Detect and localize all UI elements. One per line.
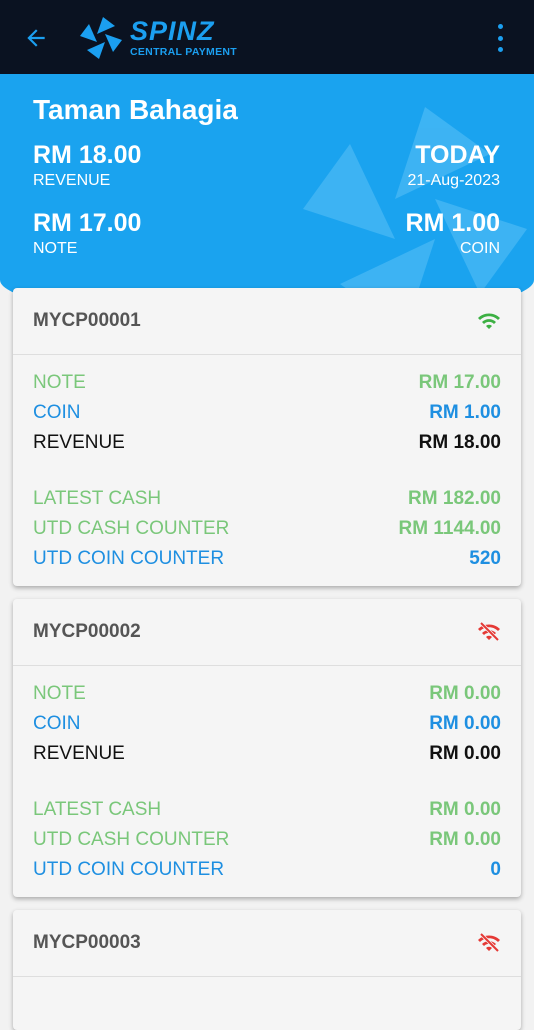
summary-panel: Taman Bahagia RM 18.00 REVENUE TODAY 21-…	[0, 74, 534, 320]
machine-card[interactable]: MYCP00001 NOTE RM 17.00 COIN RM 1.00 REV…	[13, 288, 521, 586]
revenue-row: REVENUE RM 18.00	[33, 428, 501, 458]
utd-coin-counter-label: UTD COIN COUNTER	[33, 548, 225, 569]
coin-label: COIN	[33, 713, 81, 734]
latest-cash-row: LATEST CASH RM 0.00	[33, 795, 501, 825]
note-amount: RM 17.00	[33, 209, 142, 237]
machine-card-header: MYCP00002	[13, 599, 521, 666]
utd-cash-counter-value: RM 1144.00	[398, 518, 501, 539]
latest-cash-label: LATEST CASH	[33, 488, 162, 509]
revenue-label: REVENUE	[33, 432, 125, 453]
utd-cash-counter-row: UTD CASH COUNTER RM 1144.00	[33, 514, 501, 544]
pinwheel-logo-icon	[80, 17, 122, 59]
location-title: Taman Bahagia	[33, 94, 238, 125]
latest-cash-value: RM 182.00	[408, 488, 501, 509]
note-row: NOTE RM 0.00	[33, 679, 501, 709]
summary-date: 21-Aug-2023	[407, 172, 500, 189]
utd-coin-counter-label: UTD COIN COUNTER	[33, 859, 225, 880]
revenue-value: RM 0.00	[429, 743, 501, 764]
pinwheel-watermark-icon	[303, 107, 527, 320]
coin-amount: RM 1.00	[405, 209, 500, 237]
more-vert-icon	[497, 24, 503, 29]
app-header: SPINZ CENTRAL PAYMENT	[0, 0, 534, 74]
utd-coin-counter-row: UTD COIN COUNTER 0	[33, 855, 501, 885]
machine-card-header: MYCP00001	[13, 288, 521, 355]
coin-row: COIN RM 1.00	[33, 398, 501, 428]
note-value: RM 17.00	[418, 372, 501, 393]
latest-cash-label: LATEST CASH	[33, 799, 162, 820]
revenue-row: REVENUE RM 0.00	[33, 739, 501, 769]
coin-value: RM 1.00	[429, 402, 501, 423]
revenue-label: REVENUE	[33, 743, 125, 764]
machine-id: MYCP00002	[33, 621, 141, 642]
note-value: RM 0.00	[429, 683, 501, 704]
coin-row: COIN RM 0.00	[33, 709, 501, 739]
logo-wordmark: SPINZ	[130, 16, 215, 47]
arrow-left-icon	[27, 29, 45, 47]
coin-label: COIN	[460, 240, 500, 257]
wifi-online-icon	[478, 313, 500, 329]
revenue-value: RM 18.00	[418, 432, 501, 453]
machine-card[interactable]: MYCP00002 NOTE RM 0.00 COIN RM 0.00 REVE…	[13, 599, 521, 897]
latest-cash-value: RM 0.00	[429, 799, 501, 820]
utd-cash-counter-label: UTD CASH COUNTER	[33, 518, 230, 539]
period-label: TODAY	[415, 141, 500, 169]
utd-coin-counter-value: 520	[469, 548, 501, 569]
wifi-off-icon	[478, 932, 500, 953]
logo-tagline: CENTRAL PAYMENT	[130, 46, 237, 59]
spinz-logo: SPINZ CENTRAL PAYMENT	[78, 12, 237, 64]
machine-card-header: MYCP00003	[13, 910, 521, 977]
more-options-button[interactable]	[492, 24, 508, 52]
note-label: NOTE	[33, 683, 86, 704]
wifi-off-icon	[478, 621, 500, 642]
utd-coin-counter-row: UTD COIN COUNTER 520	[33, 544, 501, 574]
utd-coin-counter-value: 0	[490, 859, 501, 880]
coin-label: COIN	[33, 402, 81, 423]
machine-card[interactable]: MYCP00003	[13, 910, 521, 1030]
note-label: NOTE	[33, 240, 78, 257]
back-button[interactable]	[18, 20, 54, 56]
latest-cash-row: LATEST CASH RM 182.00	[33, 484, 501, 514]
machine-id: MYCP00003	[33, 932, 141, 953]
utd-cash-counter-value: RM 0.00	[429, 829, 501, 850]
coin-value: RM 0.00	[429, 713, 501, 734]
note-row: NOTE RM 17.00	[33, 368, 501, 398]
utd-cash-counter-label: UTD CASH COUNTER	[33, 829, 230, 850]
note-label: NOTE	[33, 372, 86, 393]
machine-id: MYCP00001	[33, 310, 141, 331]
revenue-amount: RM 18.00	[33, 141, 142, 169]
utd-cash-counter-row: UTD CASH COUNTER RM 0.00	[33, 825, 501, 855]
revenue-label: REVENUE	[33, 172, 111, 189]
